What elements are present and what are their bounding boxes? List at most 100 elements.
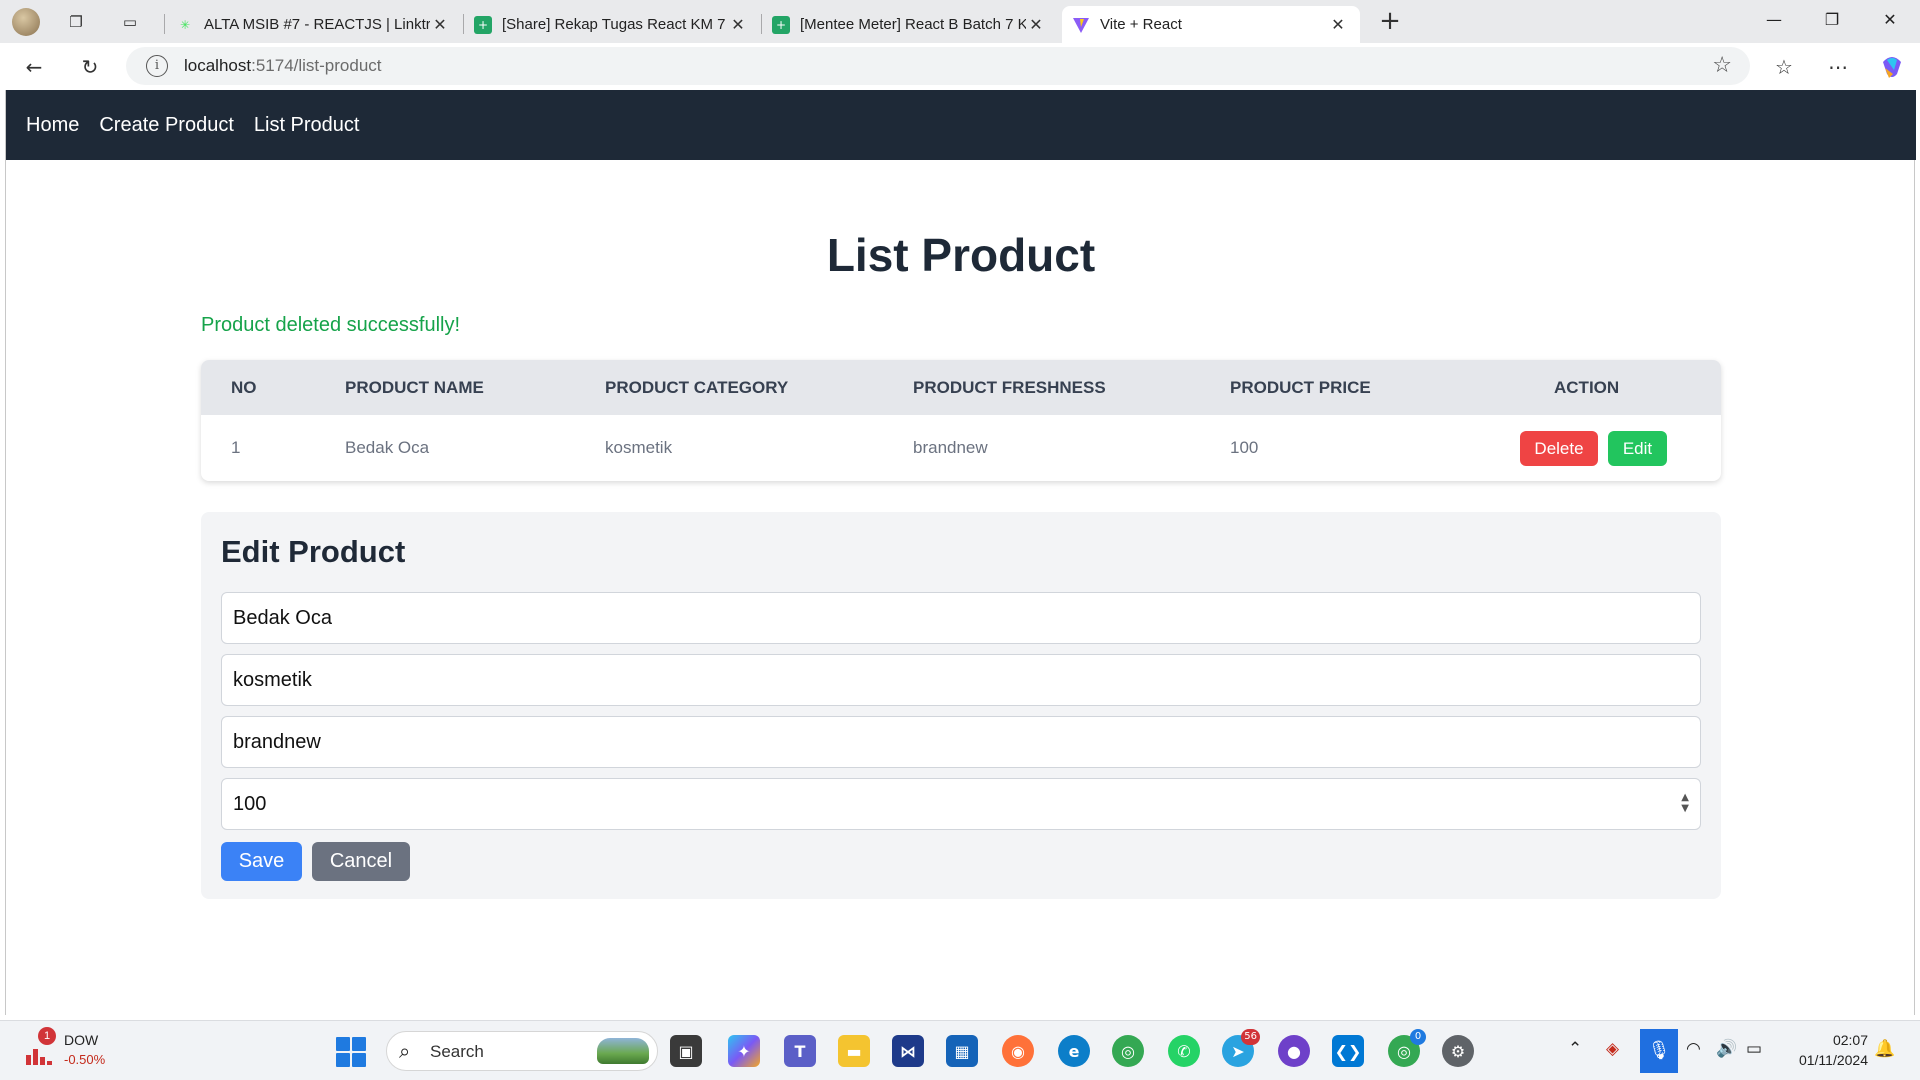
cancel-button[interactable]: Cancel [312, 842, 410, 881]
delete-button[interactable]: Delete [1520, 431, 1598, 466]
copilot-taskbar-icon[interactable]: ✦ [728, 1035, 760, 1067]
clock-date[interactable]: 01/11/2024 [1786, 1052, 1868, 1068]
sheets-icon: + [772, 15, 790, 34]
copilot-icon[interactable] [1876, 51, 1908, 83]
edit-button[interactable]: Edit [1608, 431, 1667, 466]
show-hidden-icons[interactable]: ⌃ [1568, 1039, 1582, 1059]
edit-product-form: Edit Product ▲▼ Save Cancel [201, 512, 1721, 899]
teams-icon[interactable]: T [784, 1035, 816, 1067]
success-message: Product deleted successfully! [201, 314, 461, 336]
windows-taskbar: 1 DOW -0.50% ⌕ Search ▣ ✦ T ▬ ⋈ ▦ ◉ e ◎ … [0, 1020, 1920, 1080]
antivirus-tray-icon[interactable]: ◈ [1606, 1039, 1619, 1059]
vscode-icon[interactable]: ❮❯ [1332, 1035, 1364, 1067]
stock-name[interactable]: DOW [64, 1032, 98, 1048]
volume-icon[interactable]: 🔊 [1716, 1039, 1737, 1059]
product-price-field: ▲▼ [221, 778, 1701, 830]
column-header-category: PRODUCT CATEGORY [605, 378, 789, 397]
nav-link-home[interactable]: Home [26, 114, 79, 137]
telegram-badge: 56 [1241, 1029, 1260, 1045]
whatsapp-icon[interactable]: ✆ [1168, 1035, 1200, 1067]
tab-actions-icon[interactable]: ▭ [116, 8, 144, 36]
chrome-profile-icon[interactable]: ◎ 0 [1388, 1029, 1426, 1067]
windows-start-icon[interactable] [336, 1037, 366, 1067]
product-table: NO PRODUCT NAME PRODUCT CATEGORY PRODUCT… [201, 360, 1721, 481]
search-highlight-image [597, 1038, 649, 1064]
cell-no: 1 [231, 438, 241, 457]
cell-product-freshness: brandnew [913, 438, 988, 457]
search-label: Search [430, 1042, 484, 1061]
settings-icon[interactable]: ⚙ [1442, 1035, 1474, 1067]
tab-separator [164, 14, 165, 34]
column-header-price: PRODUCT PRICE [1230, 378, 1371, 397]
edit-form-title: Edit Product [221, 534, 406, 569]
tab-title: [Mentee Meter] React B Batch 7 K [800, 16, 1026, 33]
site-info-icon[interactable]: i [146, 55, 168, 77]
nav-link-list-product[interactable]: List Product [254, 114, 360, 137]
top-navbar: Home Create Product List Product [6, 90, 1916, 160]
chrome-badge: 0 [1410, 1029, 1426, 1045]
taskbar-search[interactable]: ⌕ Search [386, 1031, 658, 1071]
minimize-icon[interactable]: — [1746, 0, 1802, 40]
stock-change[interactable]: -0.50% [64, 1052, 105, 1067]
save-button[interactable]: Save [221, 842, 302, 881]
browser-tab-strip: ❐ ▭ ✳ ALTA MSIB #7 - REACTJS | Linktree … [0, 0, 1920, 43]
close-window-icon[interactable]: ✕ [1862, 0, 1918, 40]
file-explorer-icon[interactable]: ▬ [838, 1035, 870, 1067]
tab-rekap-tugas[interactable]: + [Share] Rekap Tugas React KM 7 - ✕ [464, 6, 760, 43]
cell-product-price: 100 [1230, 438, 1259, 457]
cell-product-name: Bedak Oca [345, 438, 430, 457]
product-category-input[interactable] [221, 654, 1701, 706]
page-title: List Product [826, 229, 1096, 281]
new-tab-button[interactable]: + [1374, 6, 1406, 38]
restore-icon[interactable]: ❐ [1804, 0, 1860, 40]
task-view-icon[interactable]: ▣ [670, 1035, 702, 1067]
close-icon[interactable]: ✕ [1026, 15, 1046, 34]
clock-time[interactable]: 02:07 [1828, 1032, 1868, 1048]
column-header-action: ACTION [1554, 378, 1620, 397]
battery-icon[interactable]: ▭ [1746, 1039, 1762, 1059]
tab-linktree[interactable]: ✳ ALTA MSIB #7 - REACTJS | Linktree ✕ [166, 6, 462, 43]
firefox-icon[interactable]: ◉ [1002, 1035, 1034, 1067]
favorite-star-icon[interactable]: ☆ [1712, 53, 1732, 78]
tab-title: [Share] Rekap Tugas React KM 7 - [502, 16, 728, 33]
product-freshness-input[interactable] [221, 716, 1701, 768]
profile-avatar[interactable] [12, 8, 40, 36]
product-price-input[interactable] [221, 778, 1701, 830]
telegram-icon[interactable]: ➤ 56 [1222, 1029, 1260, 1067]
reload-icon[interactable]: ↻ [74, 51, 106, 83]
sheets-icon: + [474, 15, 492, 34]
address-bar[interactable]: i localhost:5174/list-product ☆ [126, 47, 1750, 85]
tab-mentee-meter[interactable]: + [Mentee Meter] React B Batch 7 K ✕ [762, 6, 1058, 43]
dev-app-icon[interactable]: ⋈ [892, 1035, 924, 1067]
tab-vite-react[interactable]: Vite + React ✕ [1062, 6, 1360, 43]
nav-link-create-product[interactable]: Create Product [99, 114, 234, 137]
url-text[interactable]: localhost:5174/list-product [184, 56, 382, 76]
close-icon[interactable]: ✕ [728, 15, 748, 34]
tab-title: ALTA MSIB #7 - REACTJS | Linktree [204, 16, 430, 33]
product-name-input[interactable] [221, 592, 1701, 644]
column-header-no: NO [231, 378, 257, 397]
table-header: NO PRODUCT NAME PRODUCT CATEGORY PRODUCT… [201, 360, 1721, 415]
url-path: :5174/list-product [251, 56, 382, 75]
number-spinner-icon[interactable]: ▲ ▼ [1681, 792, 1689, 814]
app-viewport: Home Create Product List Product List Pr… [5, 90, 1916, 1015]
close-icon[interactable]: ✕ [1328, 15, 1348, 34]
edge-icon[interactable]: e [1058, 1035, 1090, 1067]
workspaces-icon[interactable]: ❐ [62, 8, 90, 36]
favorites-icon[interactable]: ☆ [1768, 51, 1800, 83]
browser-toolbar: ← ↻ i localhost:5174/list-product ☆ ☆ ⋯ [0, 43, 1920, 90]
back-icon[interactable]: ← [18, 51, 50, 83]
cell-product-category: kosmetik [605, 438, 673, 457]
url-host: localhost [184, 56, 252, 75]
tab-title: Vite + React [1100, 16, 1182, 33]
vite-icon [1072, 16, 1090, 34]
chrome-icon[interactable]: ◎ [1112, 1035, 1144, 1067]
search-icon: ⌕ [399, 1039, 411, 1063]
microsoft-store-icon[interactable]: ▦ [946, 1035, 978, 1067]
github-icon[interactable]: ● [1278, 1035, 1310, 1067]
close-icon[interactable]: ✕ [430, 15, 450, 34]
notification-bell-icon[interactable]: 🔔 [1874, 1039, 1895, 1059]
more-options-icon[interactable]: ⋯ [1822, 51, 1854, 83]
microphone-icon[interactable]: 🎙 [1640, 1029, 1678, 1073]
wifi-icon[interactable]: ◠ [1686, 1039, 1701, 1059]
